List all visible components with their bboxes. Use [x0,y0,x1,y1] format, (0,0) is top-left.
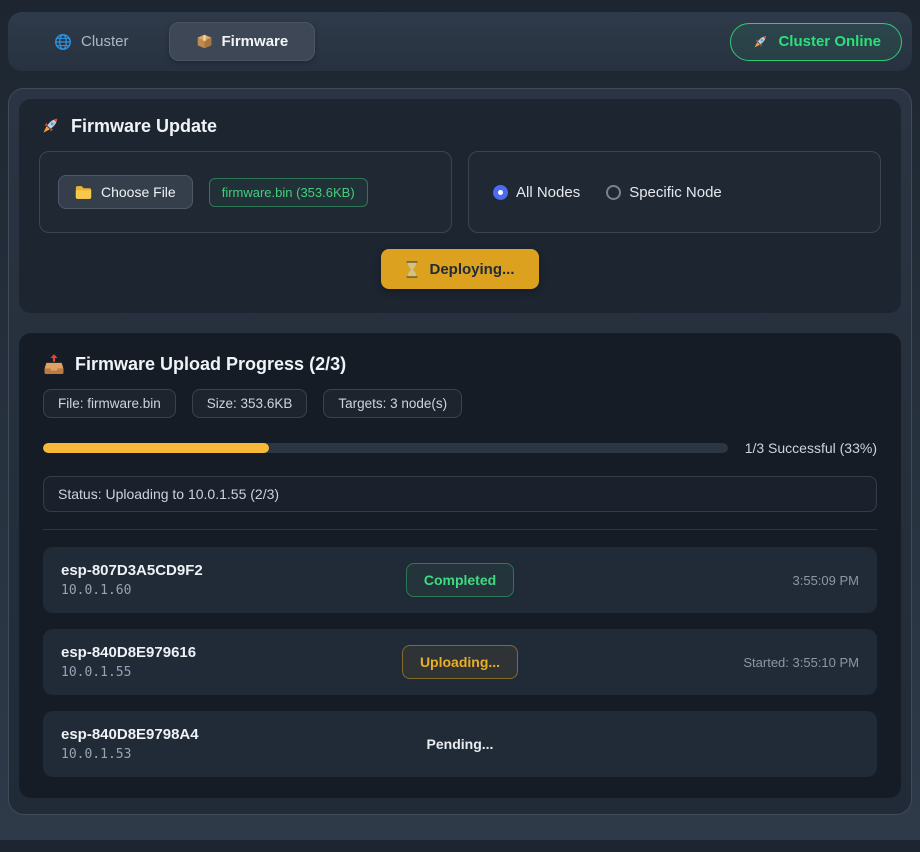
main-panel: Firmware Update Choose File firmware.bin… [8,88,912,815]
tab-cluster[interactable]: Cluster [42,23,141,61]
meta-badges: File: firmware.bin Size: 353.6KB Targets… [43,389,877,418]
file-select-group: Choose File firmware.bin (353.6KB) [39,151,452,233]
target-select-group: All Nodes Specific Node [468,151,881,233]
rocket-icon [751,33,769,51]
radio-checked-icon[interactable] [493,185,508,200]
firmware-update-card: Firmware Update Choose File firmware.bin… [19,99,901,313]
node-status-badge: Uploading... [402,645,518,679]
upload-progress-card: Firmware Upload Progress (2/3) File: fir… [19,333,901,798]
cluster-online-badge: Cluster Online [730,23,902,61]
node-row: esp-840D8E9798A4 10.0.1.53 Pending... [43,711,877,777]
tab-firmware-label: Firmware [222,33,289,50]
file-meta-badge: File: firmware.bin [43,389,176,418]
status-box: Status: Uploading to 10.0.1.55 (2/3) [43,476,877,512]
top-nav: Cluster Firmware Cluster Online [8,12,912,71]
node-ip: 10.0.1.55 [61,665,327,680]
node-name: esp-840D8E979616 [61,644,327,661]
node-timestamp: Started: 3:55:10 PM [593,655,859,670]
folder-icon [75,185,92,200]
node-status-badge: Completed [406,563,514,597]
deploy-button[interactable]: Deploying... [381,249,538,289]
node-name: esp-840D8E9798A4 [61,726,327,743]
upload-tray-icon [43,353,65,375]
divider [43,529,877,530]
node-ip: 10.0.1.60 [61,583,327,598]
progress-track [43,443,728,453]
size-meta-badge: Size: 353.6KB [192,389,308,418]
node-row: esp-840D8E979616 10.0.1.55 Uploading... … [43,629,877,695]
targets-meta-badge: Targets: 3 node(s) [323,389,462,418]
node-timestamp: 3:55:09 PM [593,573,859,588]
tab-cluster-label: Cluster [81,33,129,50]
radio-specific-node[interactable]: Specific Node [606,184,722,201]
node-name: esp-807D3A5CD9F2 [61,562,327,579]
choose-file-button[interactable]: Choose File [58,175,193,209]
radio-unchecked-icon[interactable] [606,185,621,200]
tab-firmware[interactable]: Firmware [169,22,316,61]
node-status-text: Pending... [427,736,494,752]
upload-progress-title: Firmware Upload Progress (2/3) [43,353,877,375]
rocket-icon [39,115,61,137]
hourglass-icon [405,261,419,278]
node-ip: 10.0.1.53 [61,747,327,762]
package-icon [196,33,213,50]
globe-icon [54,33,72,51]
radio-all-nodes[interactable]: All Nodes [493,184,580,201]
progress-fill [43,443,269,453]
node-row: esp-807D3A5CD9F2 10.0.1.60 Completed 3:5… [43,547,877,613]
progress-label: 1/3 Successful (33%) [745,440,877,456]
selected-file-badge: firmware.bin (353.6KB) [209,178,368,207]
cluster-online-label: Cluster Online [778,33,881,50]
progress-bar-row: 1/3 Successful (33%) [43,440,877,456]
firmware-update-title: Firmware Update [39,115,881,137]
